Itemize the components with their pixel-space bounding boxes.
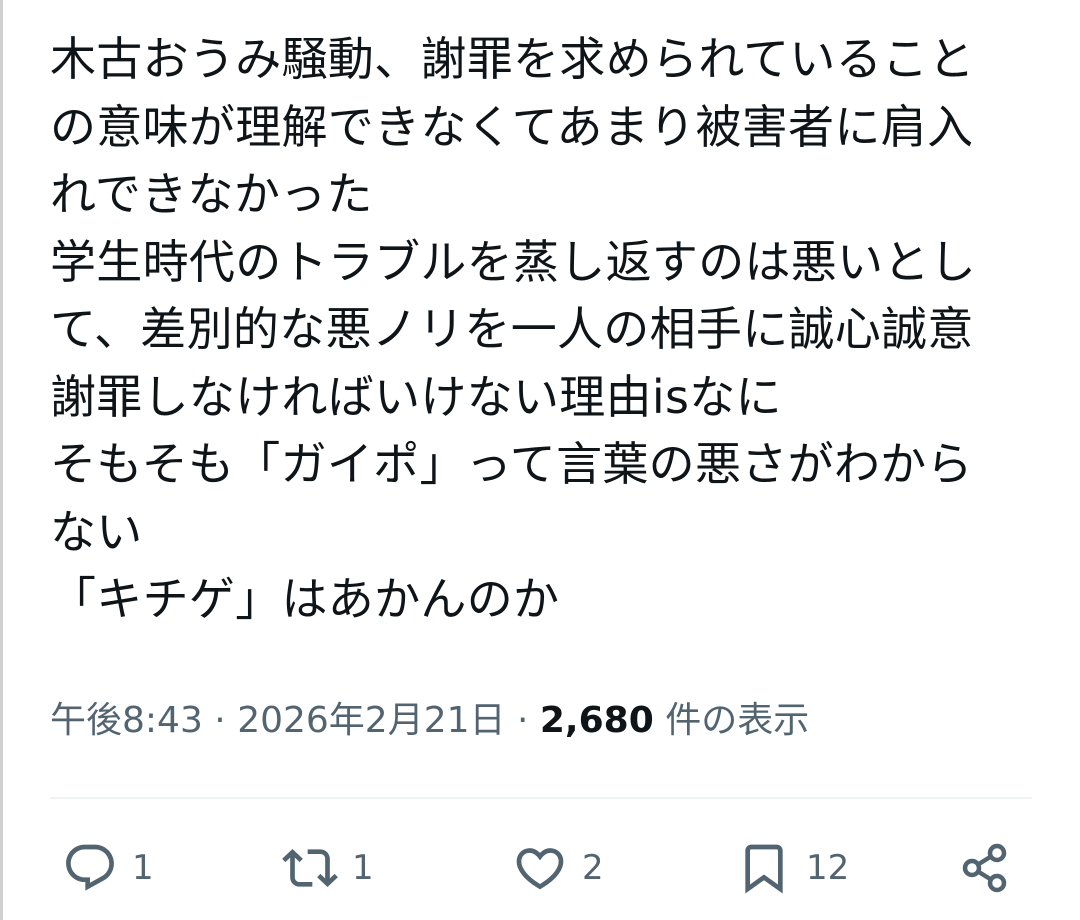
share-icon [958, 840, 1014, 896]
meta-separator: · [202, 700, 238, 741]
tweet-text: 木古おうみ騒動、謝罪を求められていること の意味が理解できなくてあまり被害者に肩… [50, 26, 1050, 634]
post-date[interactable]: 2026年2月21日 [237, 700, 505, 741]
tweet-text-line: れできなかった [50, 167, 373, 221]
tweet-text-line: 「キチゲ」はあかんのか [50, 572, 560, 626]
views-label: 件の表示 [653, 700, 810, 741]
repost-count: 1 [352, 848, 374, 888]
like-button[interactable]: 2 [512, 828, 604, 908]
tweet-text-line: 謝罪しなければいけない理由isなに [50, 369, 782, 424]
reply-count: 1 [132, 848, 154, 888]
reply-button[interactable]: 1 [62, 828, 154, 908]
divider [50, 797, 1032, 799]
tweet-text-line: 木古おうみ騒動、謝罪を求められていること [50, 32, 975, 86]
action-bar: 1 1 2 12 [0, 828, 1080, 908]
tweet-text-line: ない [50, 504, 143, 559]
share-button[interactable] [958, 828, 1014, 908]
bookmark-count: 12 [806, 848, 850, 888]
bookmark-icon [736, 840, 792, 896]
tweet-meta: 午後8:43 · 2026年2月21日 · 2,680 件の表示 [50, 693, 809, 749]
reply-icon [62, 840, 118, 896]
bookmark-button[interactable]: 12 [736, 828, 849, 908]
repost-icon [282, 840, 338, 896]
meta-separator: · [505, 700, 540, 741]
repost-button[interactable]: 1 [282, 828, 374, 908]
like-count: 2 [582, 848, 604, 888]
tweet-text-line: の意味が理解できなくてあまり被害者に肩入 [50, 99, 974, 154]
tweet-text-line: 学生時代のトラブルを蒸し返すのは悪いとし [50, 234, 976, 289]
views-count[interactable]: 2,680 [540, 700, 654, 741]
left-border [0, 0, 3, 920]
tweet-text-line: て、差別的な悪ノリを一人の相手に誠心誠意 [50, 302, 974, 356]
post-time[interactable]: 午後8:43 [50, 700, 203, 741]
tweet-text-line: そもそも「ガイポ」って言葉の悪さがわから [50, 437, 973, 491]
heart-icon [512, 840, 568, 896]
